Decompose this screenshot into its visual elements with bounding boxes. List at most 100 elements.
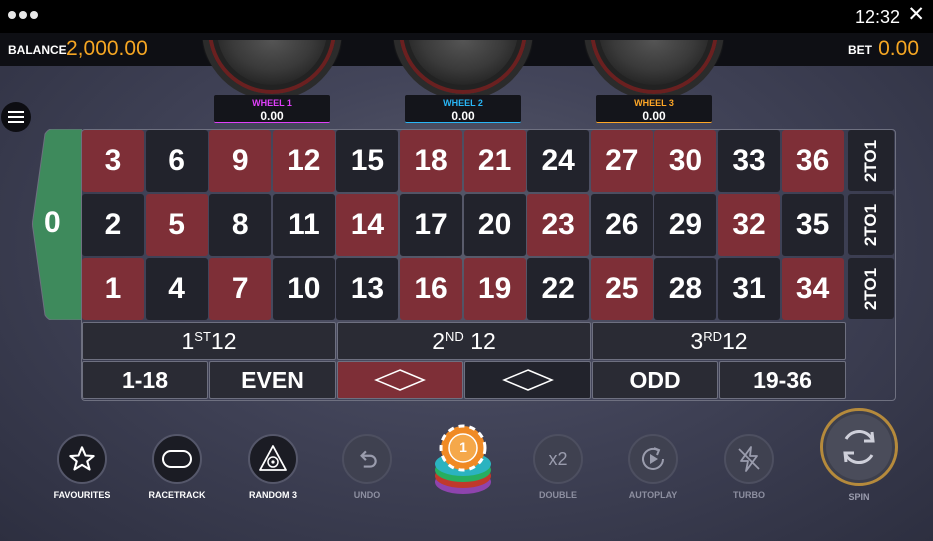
undo-button[interactable]: UNDO [327,434,407,500]
number-cell[interactable]: 31 [718,258,780,320]
bet-black[interactable] [464,361,591,399]
wheel-2-value: 0.00 [451,109,475,123]
number-cell[interactable]: 23 [527,194,590,256]
number-cell[interactable]: 17 [400,194,462,256]
autoplay-button[interactable]: AUTOPLAY [613,434,693,500]
favourites-label: FAVOURITES [53,490,111,500]
bet-odd[interactable]: ODD [592,361,718,399]
number-cell[interactable]: 12 [272,130,335,192]
racetrack-label: RACETRACK [148,490,206,500]
chip-selector[interactable]: 1 [428,424,498,500]
balance-value: 2,000.00 [66,37,148,60]
number-cell[interactable]: 30 [654,130,717,192]
double-icon: x2 [548,448,568,469]
number-cell[interactable]: 3 [82,130,144,192]
number-cell[interactable]: 1 [82,258,144,320]
wheel-3-panel: WHEEL 3 0.00 [596,95,712,123]
dozen-suffix: ND [445,328,464,344]
more-options-icon[interactable] [8,11,38,19]
system-bar: 12:32 ✕ [0,0,933,33]
dozen-bet-2[interactable]: 2 ND 12 [337,322,591,360]
wheel-1-image [192,40,352,100]
number-cell[interactable]: 29 [654,194,717,256]
wheel-3-value: 0.00 [642,109,666,123]
number-cell[interactable]: 36 [781,130,844,192]
number-cell[interactable]: 5 [145,194,208,256]
number-cell[interactable]: 27 [590,130,653,192]
turbo-label: TURBO [733,490,765,500]
number-cell[interactable]: 33 [718,130,780,192]
dozen-twelve: 12 [210,327,237,354]
number-cell[interactable]: 19 [463,258,526,320]
number-cell[interactable]: 15 [336,130,399,192]
spin-icon [843,429,875,465]
red-diamond-icon [374,369,426,391]
double-label: DOUBLE [539,490,577,500]
dozen-number: 3 [690,327,704,354]
column-bet-top[interactable]: 2TO1 [848,130,894,191]
number-cell[interactable]: 28 [654,258,717,320]
wheel-1-name: WHEEL 1 [252,98,292,108]
close-icon[interactable]: ✕ [907,3,925,27]
random-label: RANDOM 3 [248,490,297,500]
column-bet-bottom[interactable]: 2TO1 [848,258,894,319]
bet-even[interactable]: EVEN [209,361,336,399]
spin-button[interactable] [820,408,898,486]
wheel-2-panel: WHEEL 2 0.00 [405,95,521,123]
number-cell[interactable]: 11 [272,194,335,256]
dozen-bet-3[interactable]: 3 RD 12 [592,322,846,360]
star-icon [69,446,95,471]
chip-stack-icon [435,424,491,494]
number-cell[interactable]: 34 [781,258,844,320]
bet-high[interactable]: 19-36 [719,361,846,399]
number-cell[interactable]: 8 [209,194,272,256]
number-cell[interactable]: 25 [590,258,653,320]
number-cell[interactable]: 16 [400,258,462,320]
number-cell[interactable]: 21 [463,130,526,192]
column-bet-label: 2TO1 [861,203,880,246]
number-cell[interactable]: 22 [527,258,590,320]
dozen-number: 2 [432,327,446,354]
random-button[interactable]: RANDOM 3 [233,434,313,500]
favourites-button[interactable]: FAVOURITES [42,434,122,500]
dozen-twelve: 12 [721,327,748,354]
menu-icon[interactable] [1,102,31,132]
number-cell[interactable]: 7 [209,258,272,320]
column-bet-middle[interactable]: 2TO1 [848,194,894,255]
wheel-3-name: WHEEL 3 [634,98,674,108]
double-button[interactable]: x2 DOUBLE [518,434,598,500]
racetrack-icon [162,450,192,468]
number-cell[interactable]: 35 [781,194,844,256]
undo-icon [360,450,377,468]
chip-value: 1 [459,439,467,455]
dozen-bet-1[interactable]: 1 ST 12 [82,322,336,360]
number-cell[interactable]: 20 [463,194,526,256]
spin-label: SPIN [848,492,870,502]
undo-label: UNDO [353,490,381,500]
number-cell[interactable]: 32 [718,194,780,256]
number-cell[interactable]: 2 [82,194,144,256]
column-bet-label: 2TO1 [861,267,880,310]
bet-label: BET [848,43,872,57]
bet-red[interactable] [337,361,463,399]
autoplay-label: AUTOPLAY [628,490,678,500]
random-icon [259,445,287,471]
wheel-3-image [574,40,734,100]
dozen-number: 1 [181,327,195,354]
number-cell[interactable]: 14 [336,194,399,256]
wheel-2-name: WHEEL 2 [443,98,483,108]
number-cell[interactable]: 26 [590,194,653,256]
number-cell[interactable]: 18 [400,130,462,192]
number-cell[interactable]: 13 [336,258,399,320]
number-cell[interactable]: 9 [209,130,272,192]
autoplay-icon [642,447,664,470]
bet-low[interactable]: 1-18 [82,361,208,399]
number-cell[interactable]: 6 [145,130,208,192]
number-cell[interactable]: 24 [527,130,590,192]
number-cell[interactable]: 4 [145,258,208,320]
turbo-button[interactable]: TURBO [709,434,789,500]
number-cell[interactable]: 10 [272,258,335,320]
dozen-suffix: RD [703,328,722,344]
racetrack-button[interactable]: RACETRACK [137,434,217,500]
balance-label: BALANCE [8,43,67,57]
